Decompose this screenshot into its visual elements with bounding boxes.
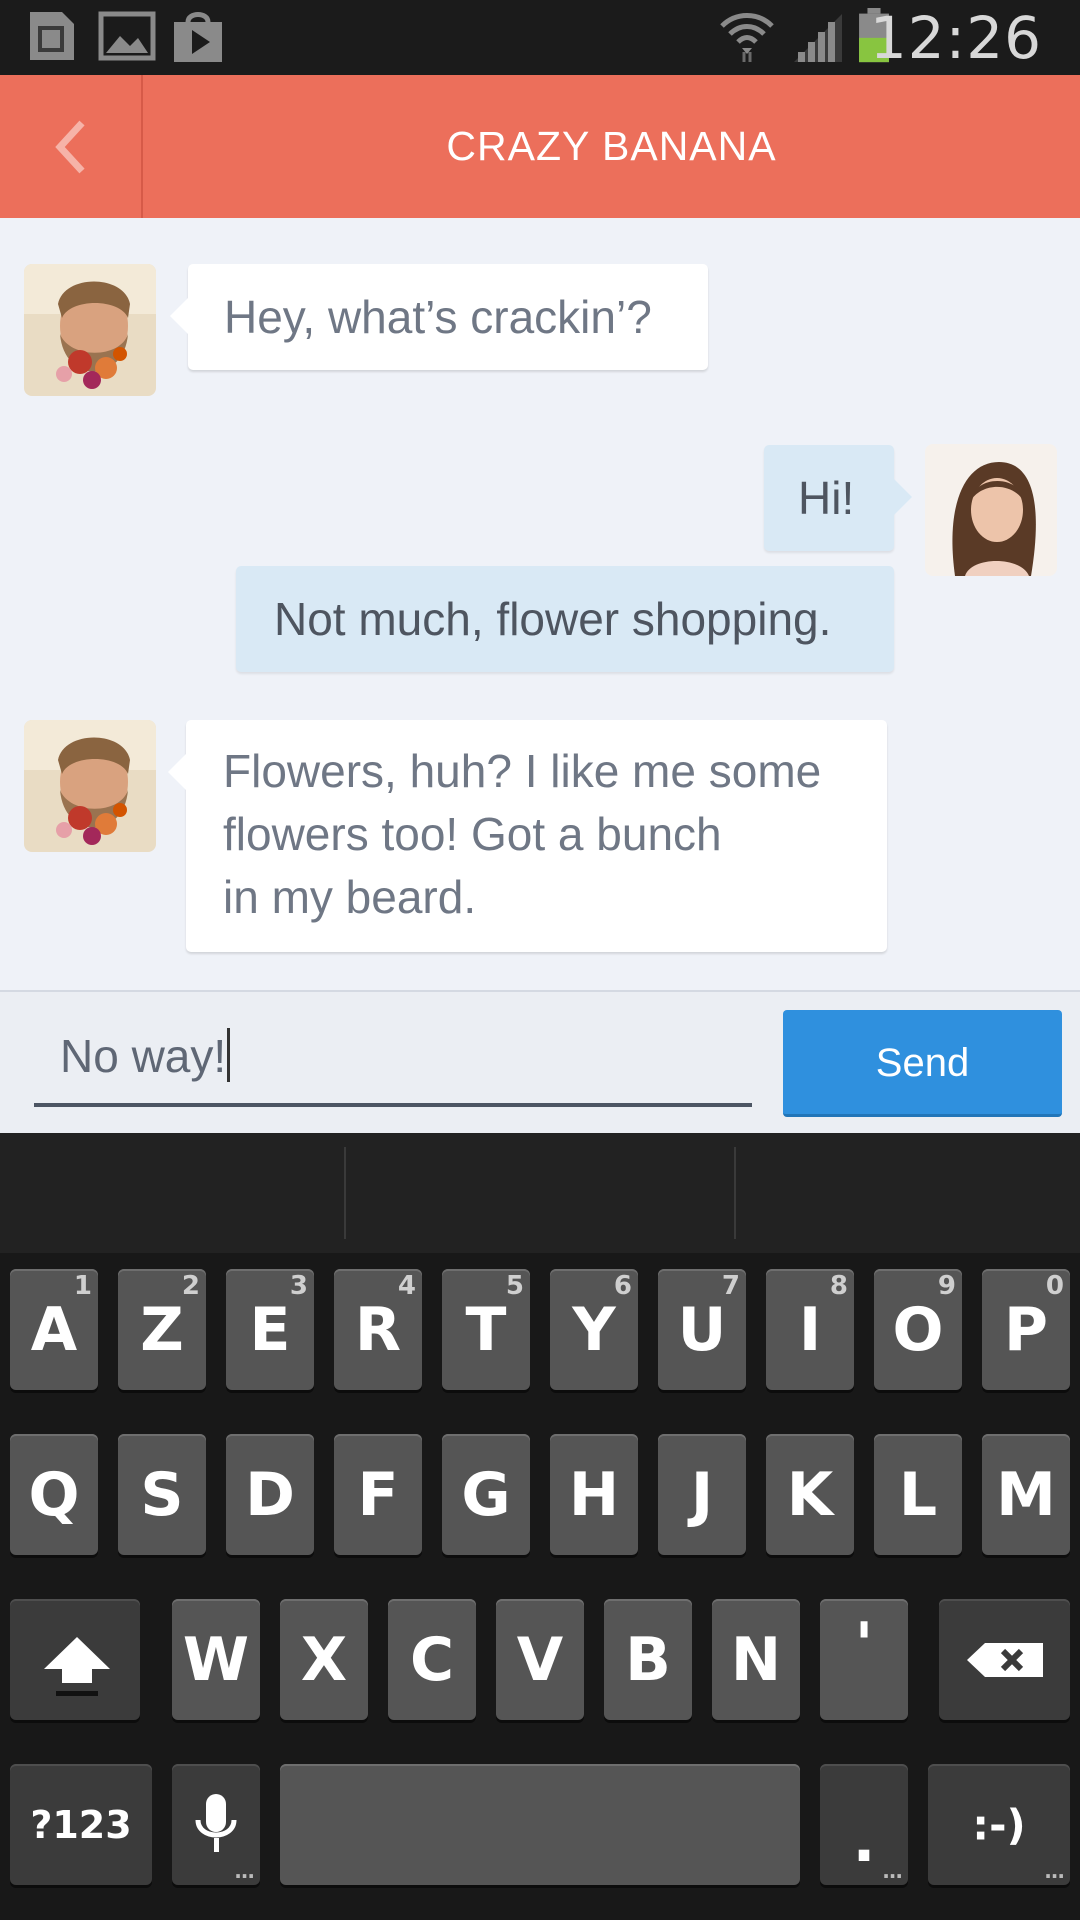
key-m[interactable]: M bbox=[982, 1434, 1070, 1555]
microphone-icon bbox=[195, 1794, 237, 1852]
message-text: Flowers, huh? I like me some flowers too… bbox=[223, 745, 822, 923]
message-text: Hi! bbox=[798, 472, 855, 524]
key-j[interactable]: J bbox=[658, 1434, 746, 1555]
key-s[interactable]: S bbox=[118, 1434, 206, 1555]
wifi-icon bbox=[720, 13, 774, 62]
key-q[interactable]: Q bbox=[10, 1434, 98, 1555]
message-text: Hey, what’s crackin’? bbox=[224, 291, 652, 343]
key-i[interactable]: 8I bbox=[766, 1269, 854, 1390]
key-o[interactable]: 9O bbox=[874, 1269, 962, 1390]
app-header: CRAZY BANANA bbox=[0, 75, 1080, 218]
key-l[interactable]: L bbox=[874, 1434, 962, 1555]
signal-icon bbox=[794, 14, 842, 62]
key-h[interactable]: H bbox=[550, 1434, 638, 1555]
space-bar[interactable] bbox=[280, 1764, 800, 1885]
key-d[interactable]: D bbox=[226, 1434, 314, 1555]
message-bubble-sent[interactable]: Not much, flower shopping. bbox=[236, 566, 894, 672]
soft-keyboard: 1A 2Z 3E 4R 5T 6Y 7U 8I 9O 0P Q S D F G … bbox=[0, 1133, 1080, 1920]
message-composer: No way! Send bbox=[0, 990, 1080, 1133]
text-caret bbox=[227, 1028, 231, 1082]
message-input-value: No way! bbox=[60, 1030, 227, 1082]
message-input[interactable]: No way! bbox=[34, 1010, 752, 1107]
conversation-title: CRAZY BANANA bbox=[446, 123, 777, 169]
key-p[interactable]: 0P bbox=[982, 1269, 1070, 1390]
contact-avatar[interactable] bbox=[24, 720, 156, 852]
key-r[interactable]: 4R bbox=[334, 1269, 422, 1390]
status-bar: 12:26 bbox=[0, 0, 1080, 75]
send-button[interactable]: Send bbox=[783, 1010, 1062, 1117]
my-avatar[interactable] bbox=[925, 444, 1057, 576]
more-indicator: ... bbox=[882, 1859, 903, 1883]
clock: 12:26 bbox=[869, 4, 1042, 72]
message-text: Not much, flower shopping. bbox=[274, 593, 832, 645]
backspace-key[interactable] bbox=[939, 1599, 1070, 1720]
key-z[interactable]: 2Z bbox=[118, 1269, 206, 1390]
key-y[interactable]: 6Y bbox=[550, 1269, 638, 1390]
key-c[interactable]: C bbox=[388, 1599, 476, 1720]
key-w[interactable]: W bbox=[172, 1599, 260, 1720]
chevron-left-icon bbox=[55, 120, 85, 174]
key-b[interactable]: B bbox=[604, 1599, 692, 1720]
message-bubble-sent[interactable]: Hi! bbox=[764, 445, 912, 551]
message-bubble-received[interactable]: Flowers, huh? I like me some flowers too… bbox=[168, 720, 887, 952]
bubble-tail bbox=[168, 754, 186, 790]
period-key[interactable]: .... bbox=[820, 1764, 908, 1885]
smiley-key[interactable]: :-)... bbox=[928, 1764, 1070, 1885]
shift-key[interactable] bbox=[10, 1599, 140, 1720]
key-g[interactable]: G bbox=[442, 1434, 530, 1555]
key-u[interactable]: 7U bbox=[658, 1269, 746, 1390]
key-apostrophe[interactable]: ' bbox=[820, 1599, 908, 1720]
suggestion-divider bbox=[344, 1147, 346, 1239]
image-notification-icon bbox=[98, 11, 156, 61]
key-x[interactable]: X bbox=[280, 1599, 368, 1720]
message-bubble-received[interactable]: Hey, what’s crackin’? bbox=[170, 264, 708, 370]
backspace-icon bbox=[967, 1643, 1043, 1677]
key-e[interactable]: 3E bbox=[226, 1269, 314, 1390]
suggestion-divider bbox=[734, 1147, 736, 1239]
symbols-key[interactable]: ?123 bbox=[10, 1764, 152, 1885]
more-indicator: ... bbox=[1044, 1859, 1065, 1883]
more-indicator: ... bbox=[234, 1859, 255, 1883]
contact-avatar[interactable] bbox=[24, 264, 156, 396]
sim-card-icon bbox=[30, 12, 74, 60]
bubble-tail bbox=[894, 479, 912, 515]
key-t[interactable]: 5T bbox=[442, 1269, 530, 1390]
microphone-key[interactable]: ... bbox=[172, 1764, 260, 1885]
message-list[interactable]: Hey, what’s crackin’? Hi! Not much, flow… bbox=[0, 218, 1080, 990]
play-store-icon bbox=[174, 12, 222, 62]
suggestion-strip bbox=[0, 1133, 1080, 1253]
key-v[interactable]: V bbox=[496, 1599, 584, 1720]
key-n[interactable]: N bbox=[712, 1599, 800, 1720]
key-a[interactable]: 1A bbox=[10, 1269, 98, 1390]
key-f[interactable]: F bbox=[334, 1434, 422, 1555]
key-k[interactable]: K bbox=[766, 1434, 854, 1555]
shift-arrow-icon bbox=[44, 1637, 110, 1696]
back-button[interactable] bbox=[0, 75, 143, 218]
bubble-tail bbox=[170, 298, 188, 334]
